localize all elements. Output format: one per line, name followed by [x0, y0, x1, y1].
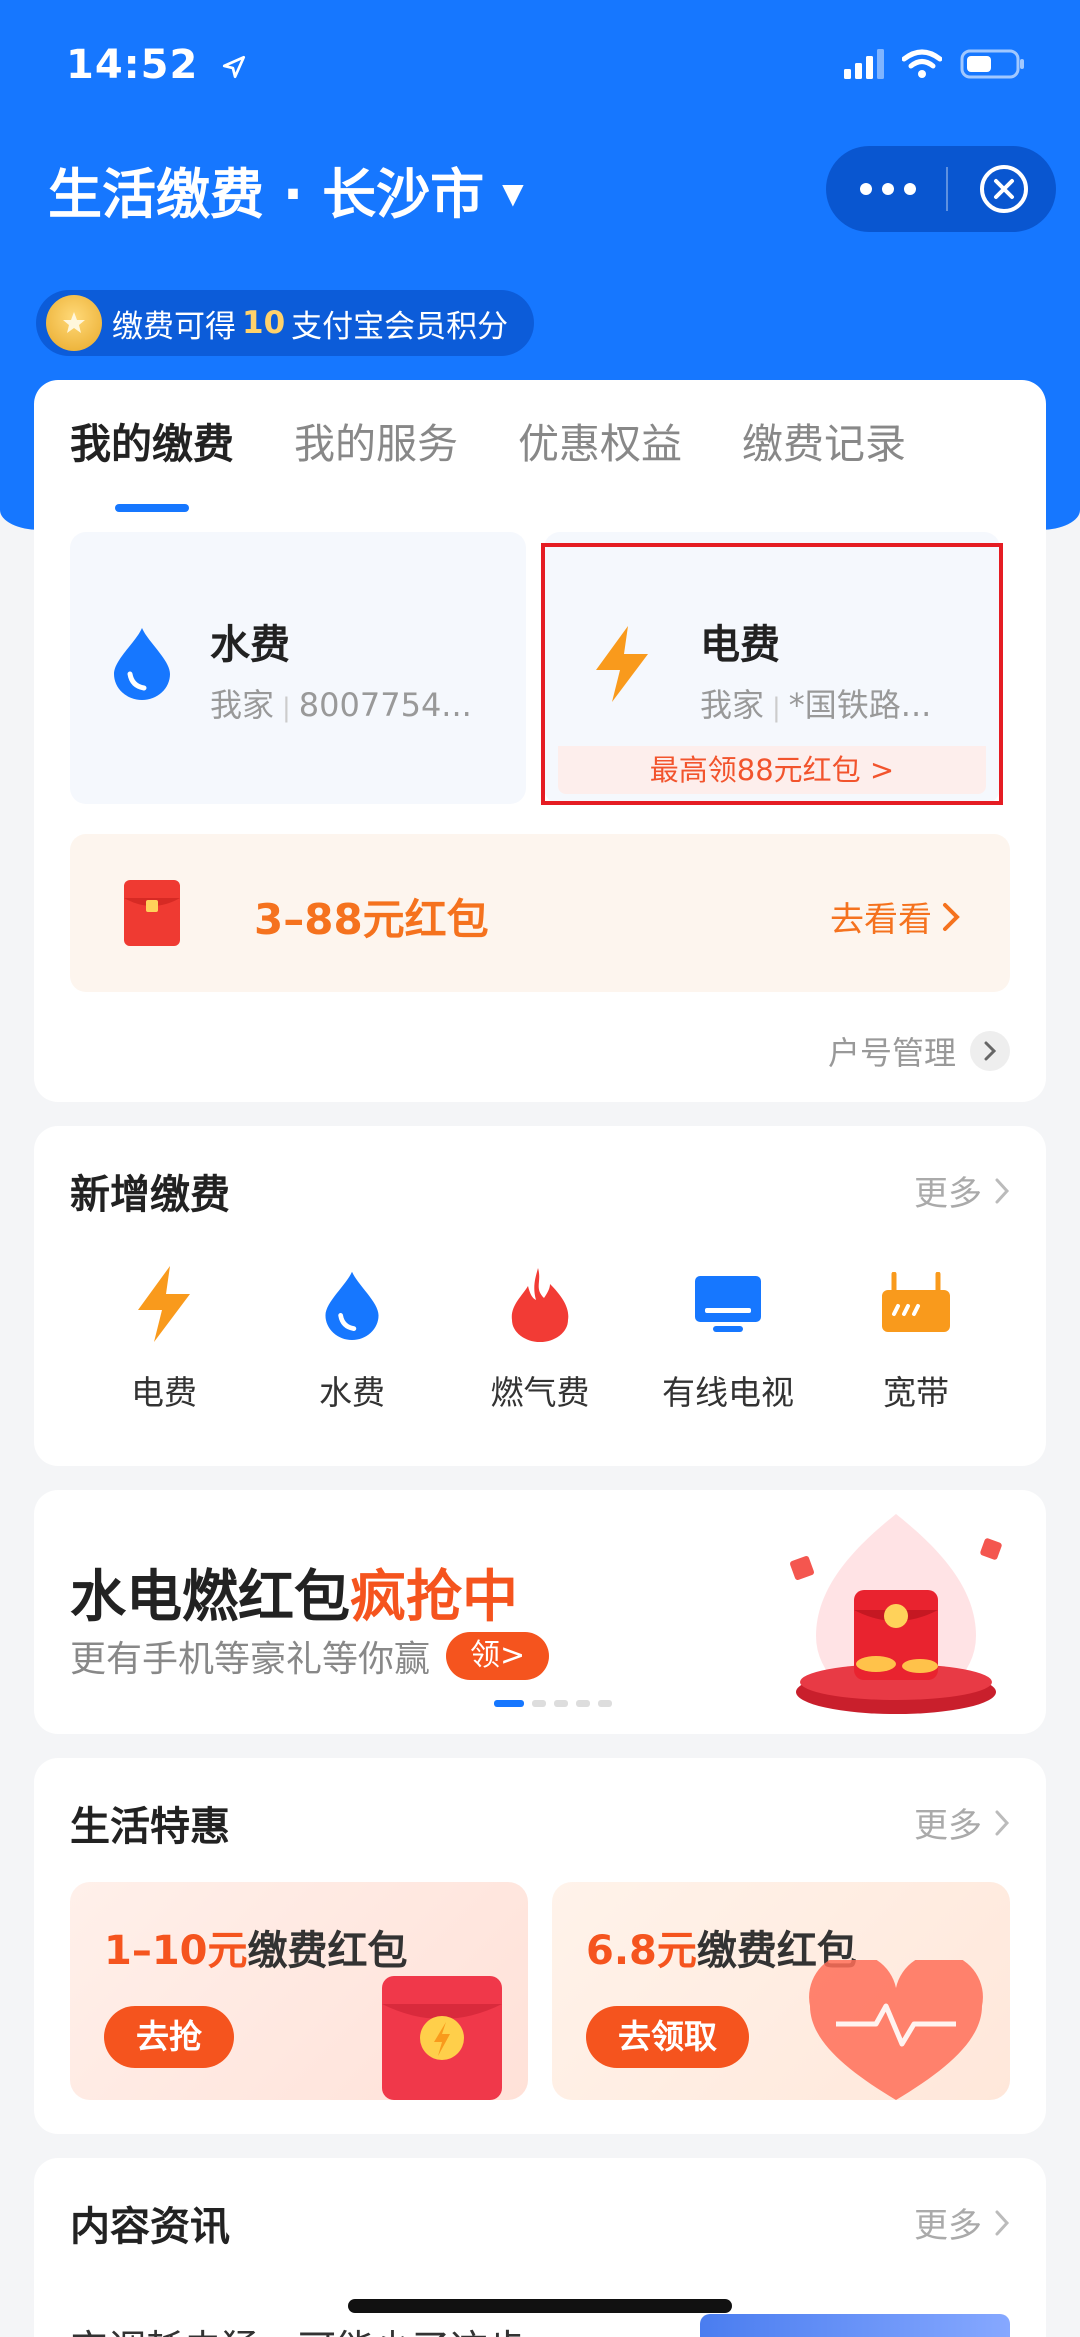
capsule-divider	[946, 167, 948, 211]
tab-bar: 我的缴费 我的服务 优惠权益 缴费记录	[70, 410, 906, 470]
service-electric[interactable]: 电费	[70, 1264, 258, 1414]
service-water[interactable]: 水费	[258, 1264, 446, 1414]
battery-icon	[960, 49, 1024, 79]
red-packet-text: 3–88元红包	[254, 895, 489, 944]
carousel-indicator	[494, 1700, 612, 1707]
section-title: 新增缴费	[70, 1172, 230, 1218]
chevron-right-icon	[970, 1031, 1010, 1071]
close-icon[interactable]	[978, 163, 1030, 215]
page-title[interactable]: 生活缴费 · 长沙市 ▼	[48, 150, 524, 229]
heart-icon	[809, 1960, 983, 2100]
news-thumbnail[interactable]	[700, 2314, 1010, 2337]
water-bill-card[interactable]: 水费 我家 | 8007754...	[70, 532, 526, 804]
tab-benefits[interactable]: 优惠权益	[518, 410, 682, 470]
service-broadband[interactable]: 宽带	[822, 1264, 1010, 1414]
service-gas[interactable]: 燃气费	[446, 1264, 634, 1414]
location-arrow-icon	[223, 55, 246, 79]
water-drop-icon	[114, 628, 170, 700]
water-drop-icon	[325, 1271, 379, 1340]
status-time: 14:52	[66, 42, 247, 88]
tab-payment-records[interactable]: 缴费记录	[742, 410, 906, 470]
service-cable-tv[interactable]: 有线电视	[634, 1264, 822, 1414]
service-grid: 电费 水费 燃气费 有线电视 宽带	[34, 1264, 1046, 1414]
bolt-icon	[138, 1266, 190, 1342]
status-bar: 14:52	[0, 0, 1080, 130]
deal-card[interactable]: 1–10元缴费红包 去抢	[70, 1882, 528, 2100]
chevron-right-icon	[995, 1810, 1010, 1835]
more-options-icon[interactable]	[860, 183, 916, 195]
red-packet-bar[interactable]: 3–88元红包 去看看	[70, 834, 1010, 992]
red-envelope-icon	[124, 880, 180, 946]
life-deals-card: 生活特惠 更多 1–10元缴费红包 去抢 6.8元缴费红包 去领取	[34, 1758, 1046, 2134]
points-banner[interactable]: 缴费可得 10 支付宝会员积分	[36, 290, 535, 356]
router-icon	[882, 1272, 950, 1332]
status-icons	[844, 48, 1026, 80]
news-item-title[interactable]: 空调耗电猛，可能少了这步	[70, 2318, 526, 2337]
flame-icon	[511, 1268, 569, 1342]
promo-banner[interactable]: 水电燃红包疯抢中 更有手机等豪礼等你赢 领>	[34, 1490, 1046, 1734]
section-title: 内容资讯	[70, 2204, 230, 2250]
claim-button[interactable]: 领>	[446, 1632, 550, 1680]
bill-account: 我家 | 8007754...	[210, 686, 472, 724]
deal-card[interactable]: 6.8元缴费红包 去领取	[552, 1882, 1010, 2100]
my-payments-card: 我的缴费 我的服务 优惠权益 缴费记录 水费 我家 | 8007754... 电费 …	[34, 380, 1046, 1102]
tv-icon	[695, 1276, 761, 1332]
banner-subtitle: 更有手机等豪礼等你赢 领>	[70, 1630, 550, 1682]
account-management-link[interactable]: 户号管理	[828, 1028, 1010, 1074]
mini-program-capsule	[826, 146, 1056, 232]
medal-icon	[46, 295, 102, 351]
home-indicator	[348, 2299, 732, 2313]
red-envelope-illustration	[790, 1514, 1002, 1714]
more-link[interactable]: 更多	[914, 2198, 1010, 2247]
wifi-icon	[902, 49, 942, 78]
chevron-right-icon	[943, 902, 960, 931]
tab-my-payments[interactable]: 我的缴费	[70, 410, 234, 470]
bill-name: 水费	[210, 622, 290, 668]
caret-down-icon: ▼	[502, 177, 524, 210]
tab-my-services[interactable]: 我的服务	[294, 410, 458, 470]
more-link[interactable]: 更多	[914, 1798, 1010, 1847]
signal-icon	[844, 49, 884, 79]
red-envelope-icon	[382, 1976, 502, 2100]
view-link[interactable]: 去看看	[830, 892, 960, 941]
banner-title: 水电燃红包疯抢中	[70, 1565, 518, 1630]
highlight-box	[541, 543, 1003, 805]
section-title: 生活特惠	[70, 1804, 230, 1850]
claim-button[interactable]: 去领取	[586, 2006, 749, 2068]
grab-button[interactable]: 去抢	[104, 2006, 234, 2068]
new-payment-card: 新增缴费 更多 电费 水费 燃气费 有线电视 宽带	[34, 1126, 1046, 1466]
chevron-right-icon	[995, 1178, 1010, 1203]
more-link[interactable]: 更多	[914, 1166, 1010, 1215]
chevron-right-icon	[995, 2210, 1010, 2235]
